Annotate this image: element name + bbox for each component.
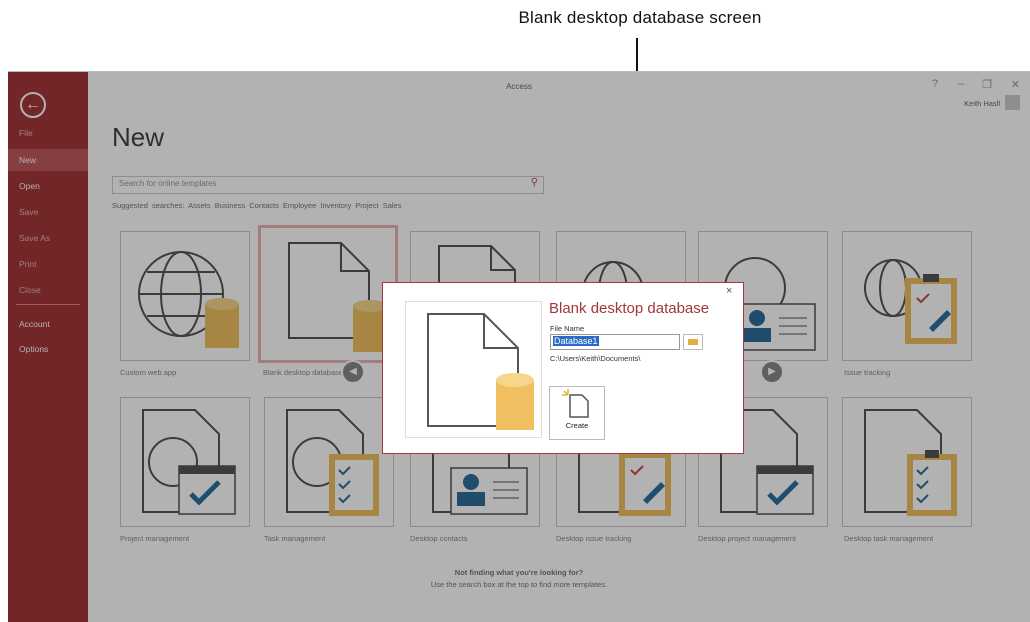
browse-folder-icon[interactable]: [683, 334, 703, 350]
new-document-icon: [562, 389, 589, 418]
access-window: Access ? – ❐ ✕ Keith Hasll ← File New Op…: [8, 71, 1030, 622]
file-name-field[interactable]: Database1: [550, 334, 680, 350]
close-icon[interactable]: ×: [726, 285, 732, 297]
dialog-preview: [405, 301, 542, 438]
callout-caption: Blank desktop database screen: [518, 8, 762, 27]
blank-document-database-icon: [427, 313, 534, 430]
blank-desktop-database-dialog: × Blank desktop database File Name Datab…: [382, 282, 744, 454]
file-name-value: Database1: [553, 336, 599, 346]
file-name-label: File Name: [550, 324, 585, 333]
create-button[interactable]: Create: [549, 386, 605, 440]
create-label: Create: [565, 421, 589, 430]
dialog-title: Blank desktop database: [549, 300, 710, 317]
file-path: C:\Users\Keith\Documents\: [550, 354, 641, 363]
